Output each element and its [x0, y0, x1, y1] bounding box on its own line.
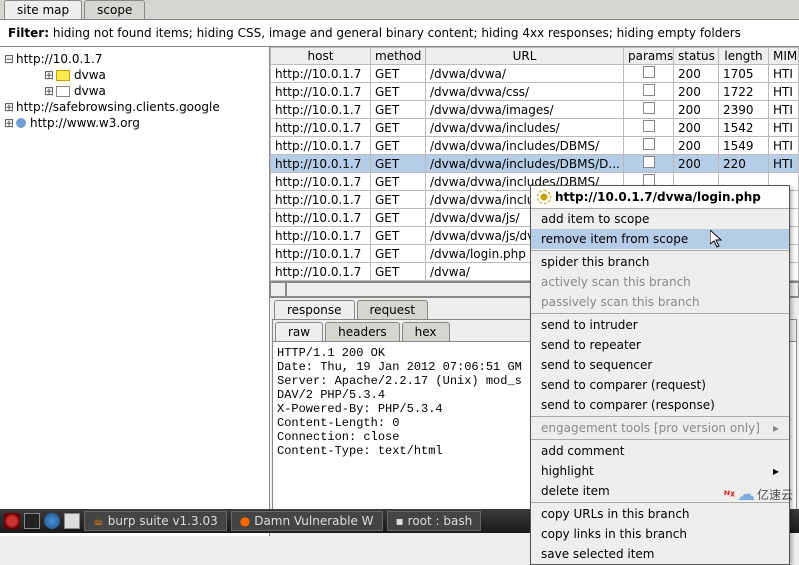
task-bash[interactable]: ▪root : bash	[387, 511, 482, 531]
table-row[interactable]: http://10.0.1.7GET/dvwa/dvwa/includes/20…	[271, 119, 799, 137]
ctx-comment[interactable]: add comment	[531, 441, 789, 461]
tab-response[interactable]: response	[274, 300, 355, 319]
ctx-title: http://10.0.1.7/dvwa/login.php	[531, 186, 789, 209]
table-row[interactable]: http://10.0.1.7GET/dvwa/dvwa/css/2001722…	[271, 83, 799, 101]
table-header-row[interactable]: host method URL params status length MIM	[271, 48, 799, 65]
col-length[interactable]: length	[719, 48, 769, 65]
col-status[interactable]: status	[674, 48, 719, 65]
filter-bar[interactable]: Filter: hiding not found items; hiding C…	[0, 20, 799, 47]
context-menu: http://10.0.1.7/dvwa/login.php add item …	[530, 185, 790, 565]
ctx-active-scan: actively scan this branch	[531, 272, 789, 292]
ctx-engagement: engagement tools [pro version only]	[531, 418, 789, 438]
chevron-right-icon	[773, 421, 779, 435]
tree-child-dvwa[interactable]: ⊞ dvwa	[44, 83, 265, 99]
menu-icon[interactable]	[4, 513, 20, 529]
tab-scope[interactable]: scope	[84, 0, 145, 19]
checkbox[interactable]	[643, 156, 655, 168]
filter-label: Filter:	[8, 26, 49, 40]
expand-icon[interactable]: ⊞	[44, 68, 56, 82]
ctx-remove-scope[interactable]: remove item from scope	[531, 229, 789, 249]
file-icon	[56, 86, 70, 97]
tab-hex[interactable]: hex	[402, 322, 450, 341]
tree-root-1[interactable]: ⊟ http://10.0.1.7	[4, 51, 265, 67]
task-burp[interactable]: ☕burp suite v1.3.03	[84, 511, 227, 531]
ctx-copy-urls[interactable]: copy URLs in this branch	[531, 504, 789, 524]
collapse-icon[interactable]: ⊟	[4, 52, 16, 66]
col-params[interactable]: params	[624, 48, 674, 65]
ctx-comparer-res[interactable]: send to comparer (response)	[531, 395, 789, 415]
table-row[interactable]: http://10.0.1.7GET/dvwa/dvwa/images/2002…	[271, 101, 799, 119]
ctx-copy-links[interactable]: copy links in this branch	[531, 524, 789, 544]
expand-icon[interactable]: ⊞	[4, 116, 16, 130]
ctx-comparer-req[interactable]: send to comparer (request)	[531, 375, 789, 395]
chevron-right-icon	[773, 464, 779, 478]
scroll-left-button[interactable]	[270, 282, 286, 297]
task-firefox[interactable]: ●Damn Vulnerable W	[231, 511, 383, 531]
tab-raw[interactable]: raw	[275, 322, 323, 341]
ctx-add-scope[interactable]: add item to scope	[531, 209, 789, 229]
col-url[interactable]: URL	[426, 48, 624, 65]
firefox-icon: ●	[240, 514, 250, 528]
ctx-spider[interactable]: spider this branch	[531, 252, 789, 272]
checkbox[interactable]	[643, 66, 655, 78]
table-row[interactable]: http://10.0.1.7GET/dvwa/dvwa/includes/DB…	[271, 137, 799, 155]
tree-root-3[interactable]: ⊞ http://www.w3.org	[4, 115, 265, 131]
filter-text: hiding not found items; hiding CSS, imag…	[53, 26, 741, 40]
ctx-sequencer[interactable]: send to sequencer	[531, 355, 789, 375]
java-icon: ☕	[93, 514, 104, 528]
terminal-icon[interactable]	[24, 513, 40, 529]
folder-icon	[56, 70, 70, 81]
tab-sitemap[interactable]: site map	[4, 0, 82, 19]
main-tabs: site map scope	[0, 0, 799, 20]
globe-icon	[16, 118, 26, 128]
ctx-intruder[interactable]: send to intruder	[531, 315, 789, 335]
checkbox[interactable]	[643, 138, 655, 150]
checkbox[interactable]	[643, 84, 655, 96]
tree-pane: ⊟ http://10.0.1.7 ⊞ dvwa ⊞ dvwa ⊞ http:/…	[0, 47, 270, 536]
col-host[interactable]: host	[271, 48, 371, 65]
files-icon[interactable]	[64, 513, 80, 529]
tree-root-2[interactable]: ⊞ http://safebrowsing.clients.google	[4, 99, 265, 115]
checkbox[interactable]	[643, 102, 655, 114]
col-mime[interactable]: MIM	[769, 48, 799, 65]
ctx-repeater[interactable]: send to repeater	[531, 335, 789, 355]
terminal-icon: ▪	[396, 514, 404, 528]
tab-headers[interactable]: headers	[325, 322, 400, 341]
gear-icon	[537, 190, 551, 204]
tree-child-dvwa-folder[interactable]: ⊞ dvwa	[44, 67, 265, 83]
col-method[interactable]: method	[371, 48, 426, 65]
expand-icon[interactable]: ⊞	[4, 100, 16, 114]
ctx-delete[interactable]: delete item	[531, 481, 789, 501]
ctx-highlight[interactable]: highlight	[531, 461, 789, 481]
expand-icon[interactable]: ⊞	[44, 84, 56, 98]
table-row[interactable]: http://10.0.1.7GET/dvwa/dvwa/2001705HTI	[271, 65, 799, 83]
world-icon[interactable]	[44, 513, 60, 529]
ctx-save[interactable]: save selected item	[531, 544, 789, 564]
ctx-passive-scan: passively scan this branch	[531, 292, 789, 312]
checkbox[interactable]	[643, 120, 655, 132]
table-row[interactable]: http://10.0.1.7GET/dvwa/dvwa/includes/DB…	[271, 155, 799, 173]
tab-request[interactable]: request	[357, 300, 429, 319]
